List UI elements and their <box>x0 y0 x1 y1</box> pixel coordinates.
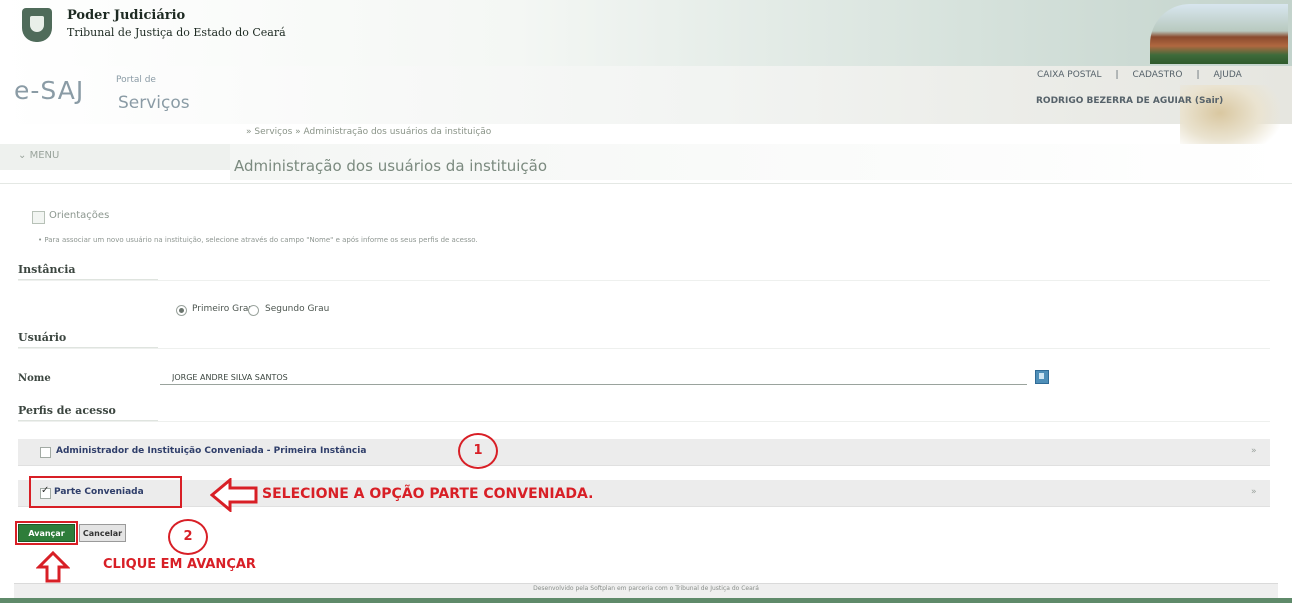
nome-input[interactable] <box>160 371 1027 385</box>
collapse-icon[interactable] <box>32 211 45 224</box>
building-photo <box>1150 4 1288 64</box>
breadcrumb[interactable]: » Serviços » Administração dos usuários … <box>246 127 491 137</box>
divider <box>0 183 1292 184</box>
org-subtitle: Tribunal de Justiça do Estado do Ceará <box>67 26 286 39</box>
search-user-icon[interactable] <box>1035 370 1049 384</box>
link-separator: | <box>1115 70 1119 80</box>
coat-of-arms-logo <box>22 8 52 42</box>
radio-segundo-grau[interactable] <box>248 305 259 316</box>
orientacoes-text: • Para associar um novo usuário na insti… <box>38 236 478 244</box>
section-perfis: Perfis de acesso <box>18 404 116 417</box>
highlight-box <box>29 476 182 508</box>
arrow-left-icon <box>210 478 258 512</box>
expand-icon[interactable]: » <box>1251 487 1257 497</box>
divider <box>18 280 1270 281</box>
footer-stripe <box>0 598 1292 603</box>
section-usuario: Usuário <box>18 331 67 344</box>
link-cadastro[interactable]: CADASTRO <box>1133 70 1183 80</box>
profile-checkbox-admin[interactable] <box>40 447 51 458</box>
nome-label: Nome <box>18 373 51 384</box>
divider <box>18 348 1270 349</box>
select-instruction: SELECIONE A OPÇÃO PARTE CONVENIADA. <box>262 486 594 502</box>
menu-toggle[interactable]: ⌄ MENU <box>18 150 59 161</box>
footer-text: Desenvolvido pela Softplan em parceria c… <box>533 585 759 592</box>
step-1-marker: 1 <box>458 433 498 469</box>
avancar-button[interactable]: Avançar <box>18 524 75 542</box>
arrow-up-icon <box>36 551 70 583</box>
radio-label-primeiro-grau: Primeiro Grau <box>192 304 255 314</box>
link-ajuda[interactable]: AJUDA <box>1214 70 1242 80</box>
click-instruction: CLIQUE EM AVANÇAR <box>103 557 256 572</box>
profile-label-admin: Administrador de Instituição Conveniada … <box>56 446 367 456</box>
logo-portal-text: Portal de <box>116 75 156 85</box>
esaj-logo: e-SAJ <box>14 76 85 105</box>
profile-row[interactable] <box>18 480 1270 507</box>
logged-user[interactable]: RODRIGO BEZERRA DE AGUIAR (Sair) <box>1036 96 1223 106</box>
page-title: Administração dos usuários da instituiçã… <box>234 157 548 175</box>
logo-servicos-text: Serviços <box>118 93 190 113</box>
cancelar-button[interactable]: Cancelar <box>79 524 126 542</box>
menu-label: MENU <box>29 150 60 161</box>
expand-icon[interactable]: » <box>1251 446 1257 456</box>
top-links: CAIXA POSTAL | CADASTRO | AJUDA <box>1030 70 1249 80</box>
link-caixa-postal[interactable]: CAIXA POSTAL <box>1037 70 1101 80</box>
radio-primeiro-grau[interactable] <box>176 305 187 316</box>
orientacoes-label: Orientações <box>49 210 110 221</box>
org-title: Poder Judiciário <box>67 8 186 23</box>
section-instancia: Instância <box>18 263 76 276</box>
step-2-marker: 2 <box>168 519 208 555</box>
radio-label-segundo-grau: Segundo Grau <box>265 304 330 314</box>
divider <box>18 421 1270 422</box>
link-separator: | <box>1196 70 1200 80</box>
